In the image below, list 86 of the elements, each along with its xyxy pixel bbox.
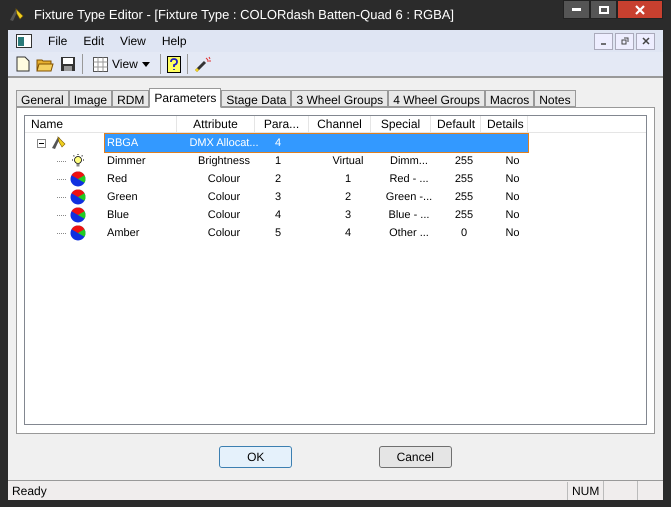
document-restore-button[interactable] bbox=[615, 32, 634, 50]
table-cell-text: Amber bbox=[106, 226, 140, 241]
cancel-button[interactable]: Cancel bbox=[378, 446, 452, 468]
table-cell-text: 3 bbox=[344, 208, 352, 223]
menu-item[interactable]: Edit bbox=[83, 32, 104, 50]
collapse-toggle[interactable] bbox=[37, 138, 46, 148]
colour-wheel-icon bbox=[70, 189, 86, 205]
table-cell-text: 1 bbox=[344, 172, 352, 187]
window-title: Fixture Type Editor - [Fixture Type : COLORdash Batten-Quad 6 : RGBA] bbox=[34, 6, 454, 24]
tab[interactable]: General bbox=[16, 90, 69, 107]
table-cell-text: 2 bbox=[274, 172, 282, 187]
table-cell-text: No bbox=[504, 208, 521, 223]
wand-icon[interactable] bbox=[194, 56, 212, 72]
restore-icon bbox=[620, 37, 628, 45]
tree-row[interactable]: Amber Colour 5 4 Other ... 0 No bbox=[105, 224, 528, 242]
maximize-button[interactable] bbox=[590, 0, 617, 19]
document-close-button[interactable] bbox=[636, 32, 655, 50]
menu-item[interactable]: View bbox=[120, 32, 146, 50]
tab[interactable]: 4 Wheel Groups bbox=[388, 90, 485, 107]
tab[interactable]: RDM bbox=[112, 90, 150, 107]
table-cell-text: Colour bbox=[206, 208, 242, 223]
table-cell-text: 4 bbox=[274, 136, 282, 151]
tab[interactable]: Notes bbox=[534, 90, 576, 107]
table-cell-text: Green bbox=[106, 190, 139, 205]
fixture-icon bbox=[50, 134, 68, 152]
save-icon[interactable] bbox=[60, 56, 76, 72]
table-cell-text: Virtual bbox=[332, 154, 364, 169]
help-icon[interactable] bbox=[166, 56, 181, 72]
menu-item[interactable]: File bbox=[48, 32, 68, 50]
table-cell-text: 255 bbox=[454, 172, 474, 187]
tree-row[interactable]: Green Colour 3 2 Green -... 255 No bbox=[105, 188, 528, 206]
close-icon bbox=[635, 4, 645, 14]
status-indicator: NUM bbox=[567, 482, 603, 500]
ok-button[interactable]: OK bbox=[219, 446, 292, 468]
table-cell-text: Red - ... bbox=[388, 172, 430, 187]
table-cell-text: Blue bbox=[106, 208, 130, 223]
tab[interactable]: Macros bbox=[484, 90, 534, 107]
table-cell-text: 255 bbox=[454, 154, 474, 169]
status-message: Ready bbox=[11, 482, 48, 500]
document-icon bbox=[16, 34, 32, 48]
grid-icon bbox=[93, 56, 108, 72]
table-cell-text: Dimmer bbox=[106, 154, 146, 169]
table-cell-text: No bbox=[504, 154, 521, 169]
colour-wheel-icon bbox=[70, 171, 86, 187]
menu-item[interactable]: Help bbox=[162, 32, 187, 50]
view-dropdown-button[interactable]: View bbox=[89, 55, 154, 73]
table-cell-text: 0 bbox=[460, 226, 468, 241]
table-cell-text: 3 bbox=[274, 190, 282, 205]
table-cell-text: Red bbox=[106, 172, 128, 187]
table-cell-text: Green -... bbox=[384, 190, 434, 205]
table-cell-text: 255 bbox=[454, 208, 474, 223]
table-cell-text: Other ... bbox=[388, 226, 430, 241]
light-bulb-icon bbox=[70, 153, 86, 169]
open-folder-icon[interactable] bbox=[36, 56, 54, 72]
table-cell-text: 5 bbox=[274, 226, 282, 241]
caret-icon bbox=[142, 62, 150, 66]
minimize-button[interactable] bbox=[563, 0, 590, 19]
table-cell-text: 2 bbox=[344, 190, 352, 205]
table-cell-text: 4 bbox=[274, 208, 282, 223]
fixture-icon bbox=[8, 6, 26, 24]
tree-row[interactable]: Red Colour 2 1 Red - ... 255 No bbox=[105, 170, 528, 188]
new-file-icon[interactable] bbox=[16, 56, 30, 72]
close-icon bbox=[642, 37, 650, 45]
table-cell-text: Dimm... bbox=[389, 154, 429, 169]
table-cell-text: Brightness bbox=[197, 154, 251, 169]
tab[interactable]: Image bbox=[68, 90, 112, 107]
table-cell-text: No bbox=[504, 172, 521, 187]
tab[interactable]: Parameters bbox=[149, 88, 222, 108]
table-cell-text: 255 bbox=[454, 190, 474, 205]
table-cell-text: 4 bbox=[344, 226, 352, 241]
colour-wheel-icon bbox=[70, 207, 86, 223]
table-cell-text: No bbox=[504, 190, 521, 205]
tab[interactable]: 3 Wheel Groups bbox=[291, 90, 388, 107]
table-cell-text: No bbox=[504, 226, 521, 241]
tree-row[interactable]: Dimmer Brightness 1 Virtual Dimm... 255 No bbox=[105, 152, 528, 170]
table-cell-text: Blue - ... bbox=[388, 208, 430, 223]
colour-wheel-icon bbox=[70, 225, 86, 241]
tab[interactable]: Stage Data bbox=[221, 90, 292, 107]
table-cell-text: RBGA bbox=[106, 136, 140, 151]
table-cell-text: Colour bbox=[206, 226, 242, 241]
table-cell-text: DMX Allocat... bbox=[188, 136, 260, 151]
close-button[interactable] bbox=[617, 0, 663, 19]
table-cell-text: Colour bbox=[206, 190, 242, 205]
tree-row[interactable]: Blue Colour 4 3 Blue - ... 255 No bbox=[105, 206, 528, 224]
table-cell-text: 1 bbox=[274, 154, 282, 169]
table-cell-text: Colour bbox=[206, 172, 242, 187]
